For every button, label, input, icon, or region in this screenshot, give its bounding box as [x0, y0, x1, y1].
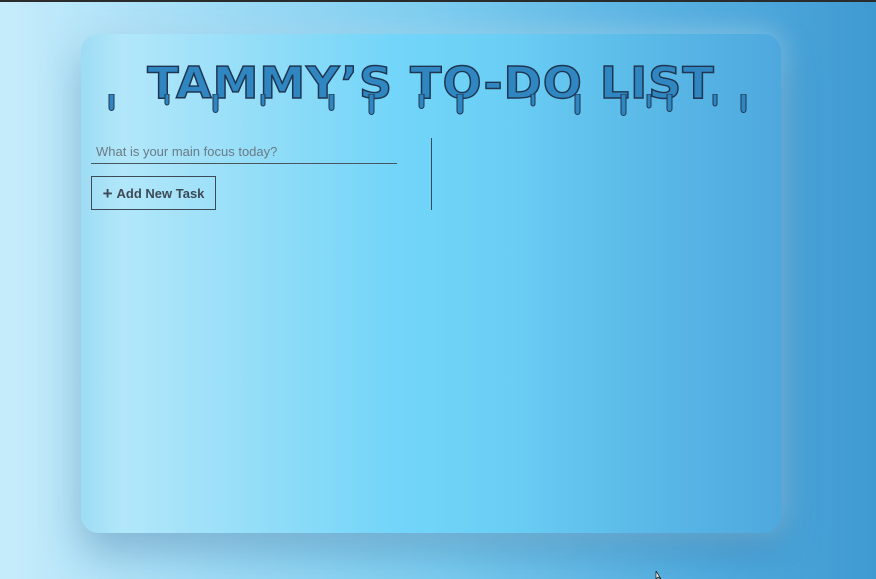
window-top-edge — [0, 0, 876, 2]
column-divider — [431, 138, 432, 210]
drip-decoration — [108, 94, 747, 116]
plus-icon: + — [102, 183, 113, 203]
todo-card: TAMMY’S TO-DO LIST + Add New Task — [81, 34, 781, 533]
mouse-cursor-icon — [655, 571, 662, 579]
main-focus-input[interactable] — [91, 140, 397, 164]
add-new-task-label: Add New Task — [116, 185, 205, 201]
add-new-task-button[interactable]: + Add New Task — [91, 176, 216, 210]
